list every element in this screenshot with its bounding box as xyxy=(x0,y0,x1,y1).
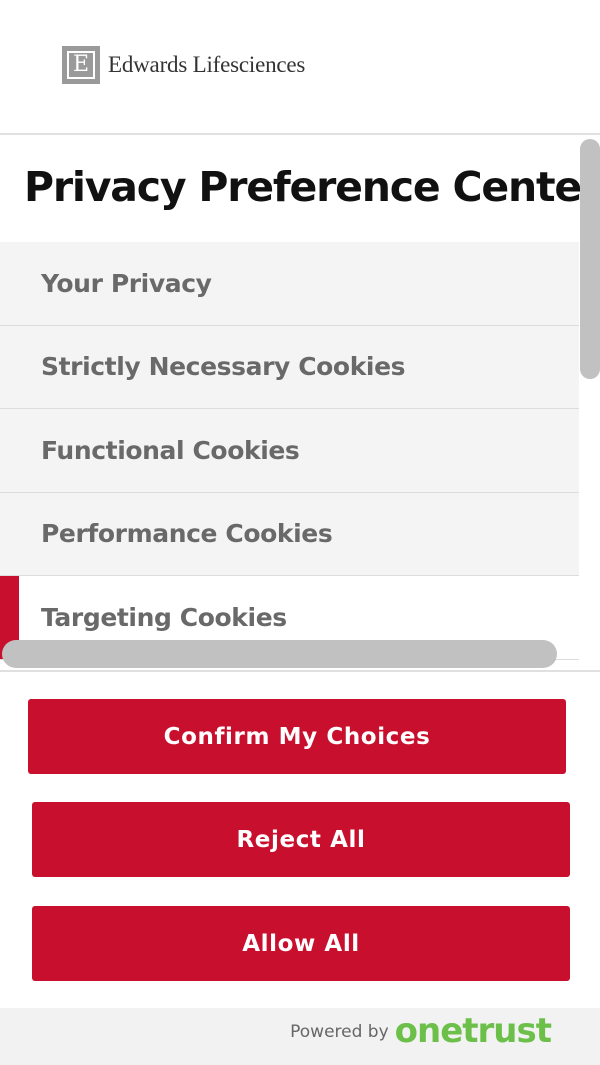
logo-text: Edwards Lifesciences xyxy=(108,52,306,77)
menu-item-your-privacy[interactable]: Your Privacy xyxy=(0,242,579,326)
logo-mark-icon: E xyxy=(62,46,100,84)
menu-item-strictly-necessary-cookies[interactable]: Strictly Necessary Cookies xyxy=(0,325,579,409)
powered-by-link[interactable]: Powered by onetrust xyxy=(290,1011,552,1051)
company-logo: E Edwards Lifesciences xyxy=(62,46,305,84)
vertical-scrollbar[interactable] xyxy=(580,139,600,379)
category-menu: Your Privacy Strictly Necessary Cookies … xyxy=(0,242,579,660)
horizontal-scrollbar[interactable] xyxy=(2,640,557,668)
onetrust-logo: onetrust xyxy=(394,1011,552,1051)
logo-mark-letter: E xyxy=(67,51,95,79)
confirm-my-choices-button[interactable]: Confirm My Choices xyxy=(28,699,566,774)
menu-item-label: Functional Cookies xyxy=(41,435,300,465)
menu-item-label: Strictly Necessary Cookies xyxy=(41,352,406,382)
menu-item-functional-cookies[interactable]: Functional Cookies xyxy=(0,409,579,493)
page-title: Privacy Preference Cente xyxy=(24,163,582,211)
menu-item-performance-cookies[interactable]: Performance Cookies xyxy=(0,492,579,576)
menu-item-label: Performance Cookies xyxy=(41,519,333,549)
reject-all-button[interactable]: Reject All xyxy=(32,802,570,877)
header: E Edwards Lifesciences xyxy=(0,0,600,135)
divider xyxy=(0,670,600,672)
horizontal-scrollbar-thumb[interactable] xyxy=(2,640,557,668)
menu-item-label: Your Privacy xyxy=(41,268,212,298)
menu-item-label: Targeting Cookies xyxy=(41,602,287,632)
powered-by-label: Powered by xyxy=(290,1022,389,1042)
powered-by-footer: Powered by onetrust xyxy=(0,1008,600,1065)
allow-all-button[interactable]: Allow All xyxy=(32,906,570,981)
vertical-scrollbar-thumb[interactable] xyxy=(580,139,600,379)
preference-center-content[interactable]: Privacy Preference Cente Your Privacy St… xyxy=(0,137,600,670)
